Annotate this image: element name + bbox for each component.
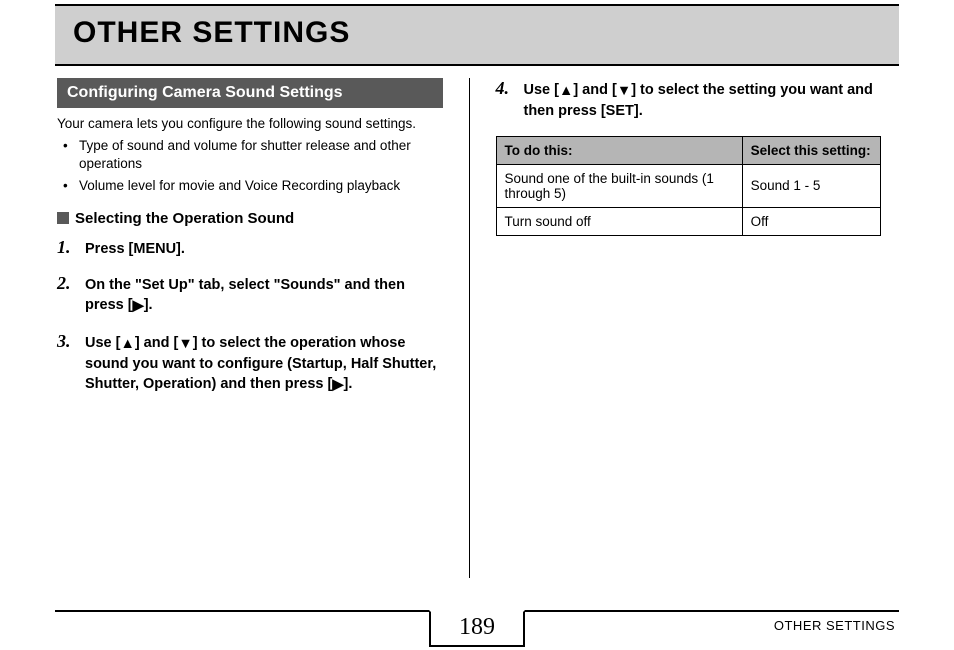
step-body: Use [▲] and [▼] to select the operation … xyxy=(85,331,443,396)
settings-table: To do this: Select this setting: Sound o… xyxy=(496,136,882,236)
table-header-cell: To do this: xyxy=(496,136,742,164)
step-2: 2. On the "Set Up" tab, select "Sounds" … xyxy=(57,273,443,317)
left-column: Configuring Camera Sound Settings Your c… xyxy=(55,78,469,578)
table-header-row: To do this: Select this setting: xyxy=(496,136,881,164)
triangle-down-icon: ▼ xyxy=(617,81,631,101)
step-body: Press [MENU]. xyxy=(85,237,185,259)
title-bar: OTHER SETTINGS xyxy=(55,4,899,66)
page-number: 189 xyxy=(429,610,525,647)
table-cell: Sound one of the built-in sounds (1 thro… xyxy=(496,164,742,207)
triangle-up-icon: ▲ xyxy=(559,81,573,101)
intro-text: Your camera lets you configure the follo… xyxy=(57,116,443,131)
step-body: On the "Set Up" tab, select "Sounds" and… xyxy=(85,273,443,317)
step-3: 3. Use [▲] and [▼] to select the operati… xyxy=(57,331,443,396)
table-row: Turn sound off Off xyxy=(496,207,881,235)
bullet-list: Type of sound and volume for shutter rel… xyxy=(57,137,443,196)
list-item: Type of sound and volume for shutter rel… xyxy=(73,137,443,173)
table-cell: Turn sound off xyxy=(496,207,742,235)
table-row: Sound one of the built-in sounds (1 thro… xyxy=(496,164,881,207)
triangle-right-icon: ▶ xyxy=(332,375,343,395)
step-text: ] and [ xyxy=(573,82,617,98)
list-item: Volume level for movie and Voice Recordi… xyxy=(73,177,443,195)
triangle-right-icon: ▶ xyxy=(133,296,144,316)
step-text: Use [ xyxy=(524,82,559,98)
square-bullet-icon xyxy=(57,212,69,224)
step-4: 4. Use [▲] and [▼] to select the setting… xyxy=(496,78,882,122)
page-title: OTHER SETTINGS xyxy=(73,16,881,50)
section-header: Configuring Camera Sound Settings xyxy=(57,78,443,108)
triangle-down-icon: ▼ xyxy=(178,334,192,354)
footer: 189 OTHER SETTINGS xyxy=(55,610,899,646)
table-cell: Off xyxy=(742,207,880,235)
step-number: 3. xyxy=(57,331,77,396)
step-number: 1. xyxy=(57,237,77,259)
step-number: 2. xyxy=(57,273,77,317)
footer-label: OTHER SETTINGS xyxy=(774,618,895,633)
table-header-cell: Select this setting: xyxy=(742,136,880,164)
step-text: ] and [ xyxy=(135,335,179,351)
table-cell: Sound 1 - 5 xyxy=(742,164,880,207)
subheading: Selecting the Operation Sound xyxy=(57,210,443,227)
content-area: Configuring Camera Sound Settings Your c… xyxy=(55,78,899,578)
step-1: 1. Press [MENU]. xyxy=(57,237,443,259)
step-text: ]. xyxy=(344,376,353,392)
step-body: Use [▲] and [▼] to select the setting yo… xyxy=(524,78,882,122)
step-text: Use [ xyxy=(85,335,120,351)
step-text: ]. xyxy=(144,297,153,313)
right-column: 4. Use [▲] and [▼] to select the setting… xyxy=(469,78,900,578)
subheading-text: Selecting the Operation Sound xyxy=(75,210,294,227)
triangle-up-icon: ▲ xyxy=(120,334,134,354)
step-number: 4. xyxy=(496,78,516,122)
